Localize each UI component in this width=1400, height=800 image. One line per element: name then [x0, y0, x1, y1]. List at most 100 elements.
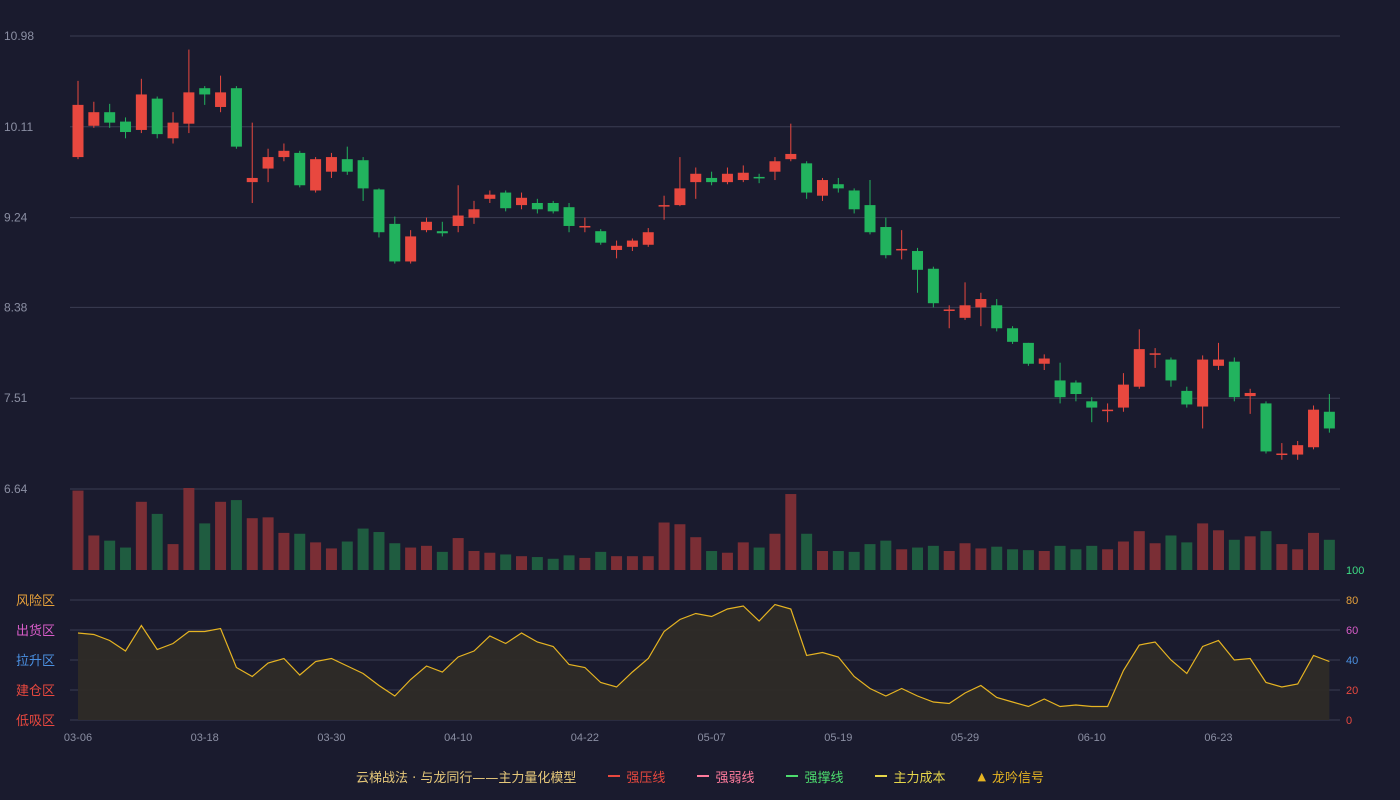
candle-body	[706, 177, 718, 183]
candle-body	[1022, 342, 1034, 364]
oscillator-panel	[77, 603, 1330, 720]
legend-label: 强弱线	[715, 770, 755, 786]
candle-body	[246, 177, 258, 183]
volume-bar	[991, 546, 1003, 570]
oscillator-tick-label: 60	[1346, 625, 1358, 637]
oscillator-tick-label: 40	[1346, 655, 1358, 667]
candle-body	[1276, 453, 1288, 456]
candle-body	[611, 245, 623, 250]
volume-bar	[1308, 532, 1320, 570]
candle-body	[278, 150, 290, 158]
volume-bar	[246, 518, 258, 570]
date-tick-label: 05-19	[824, 732, 852, 744]
candle-body	[373, 189, 385, 233]
volume-bar	[373, 532, 385, 570]
price-tick-label: 10.11	[4, 120, 33, 134]
volume-bar	[135, 501, 147, 570]
candle-body	[484, 194, 496, 199]
legend-item-dragon-signal[interactable]: ▲ 龙吟信号	[977, 767, 1043, 786]
date-tick-label: 04-22	[571, 732, 599, 744]
candle-body	[1117, 384, 1129, 408]
candle-body	[1197, 359, 1209, 407]
volume-bar	[658, 522, 670, 570]
candle-body	[1165, 359, 1177, 381]
candle-body	[912, 251, 924, 270]
candle-body	[1308, 409, 1320, 448]
chart-canvas: 10.98 10.11 9.24 8.38 7.51 6.64 100 80 60 40 20 0 风险…	[4, 29, 1364, 744]
date-tick-label: 05-29	[951, 732, 979, 744]
volume-bar	[943, 551, 955, 570]
candle-body	[436, 231, 448, 234]
candle-body	[135, 94, 147, 130]
volume-bar	[1133, 531, 1145, 570]
date-tick-label: 03-30	[317, 732, 345, 744]
candle-body	[563, 207, 575, 226]
volume-bar	[753, 547, 765, 570]
volume-bar	[500, 554, 512, 570]
legend-marker-pressure	[608, 775, 621, 777]
triangle-icon: ▲	[977, 769, 986, 783]
date-tick-label: 04-10	[444, 732, 472, 744]
volume-bar	[1212, 530, 1224, 570]
oscillator-tick-label: 0	[1346, 715, 1352, 727]
legend-item-pressure-line[interactable]: 强压线	[608, 767, 665, 786]
oscillator-tick-label: 20	[1346, 685, 1358, 697]
candle-body	[389, 223, 401, 262]
candle-body	[500, 192, 512, 209]
legend-item-main-cost[interactable]: 主力成本	[875, 767, 945, 786]
candle-body	[943, 309, 955, 311]
legend-label: 强撑线	[804, 770, 844, 786]
volume-bar	[801, 533, 813, 570]
price-tick-label: 9.24	[4, 211, 28, 225]
volume-bar	[1260, 531, 1272, 570]
candle-body	[595, 231, 607, 243]
volume-bar	[959, 543, 971, 570]
volume-bar	[832, 551, 844, 570]
candle-body	[420, 221, 432, 231]
volume-bar	[88, 535, 100, 570]
legend-item-support-line[interactable]: 强撑线	[786, 767, 843, 786]
candle-body	[547, 203, 559, 212]
candle-body	[642, 232, 654, 245]
volume-bar	[785, 494, 797, 570]
candle-body	[310, 159, 322, 191]
volume-bar	[690, 537, 702, 570]
legend-marker-strength	[697, 775, 710, 777]
volume-bar	[72, 490, 84, 570]
zone-label: 低吸区	[16, 713, 55, 728]
volume-bar	[1070, 549, 1082, 570]
candle-body	[120, 121, 132, 133]
candle-body	[1038, 358, 1050, 364]
candle-body	[864, 205, 876, 233]
volume-bar	[1323, 539, 1335, 570]
legend-label: 主力成本	[893, 770, 946, 786]
candle-body	[199, 88, 211, 95]
volume-bar	[183, 488, 195, 570]
zone-label: 出货区	[16, 623, 55, 638]
date-tick-label: 06-10	[1078, 732, 1106, 744]
legend-marker-cost	[875, 775, 888, 777]
volume-bar	[706, 551, 718, 570]
candle-body	[1070, 382, 1082, 395]
candle-body	[1212, 359, 1224, 366]
volume-bars	[72, 488, 1335, 570]
candle-body	[1244, 392, 1256, 397]
candle-body	[769, 161, 781, 172]
legend-item-strength-line[interactable]: 强弱线	[697, 767, 754, 786]
date-tick-label: 03-06	[64, 732, 92, 744]
candle-body	[1228, 361, 1240, 398]
candle-body	[183, 92, 195, 124]
legend: 云梯战法 · 与龙同行——主力量化模型 强压线 强弱线 强撑线 主力成本 ▲ 龙…	[0, 766, 1400, 786]
volume-bar	[468, 551, 480, 570]
candle-body	[753, 176, 765, 179]
legend-marker-support	[786, 775, 799, 777]
candle-body	[72, 104, 84, 158]
candle-body	[801, 163, 813, 193]
candle-body	[1292, 445, 1304, 455]
candle-body	[927, 268, 939, 304]
volume-bar	[1054, 545, 1066, 570]
candle-body	[674, 188, 686, 206]
volume-bar	[1244, 536, 1256, 570]
candle-body	[690, 173, 702, 183]
volume-bar	[215, 501, 227, 570]
